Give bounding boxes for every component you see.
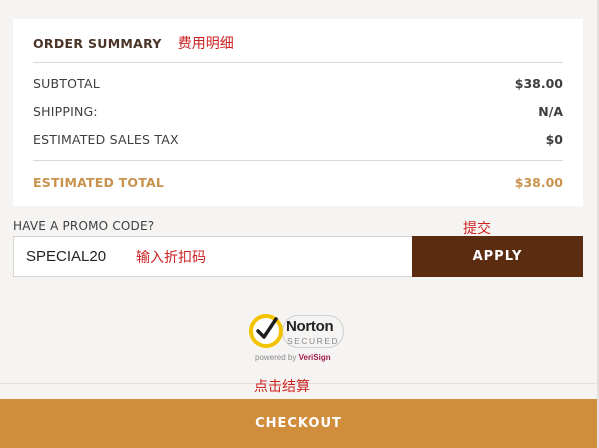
norton-secured-badge[interactable]: Norton SECURED powered by VeriSign	[249, 311, 349, 367]
order-summary-header: ORDER SUMMARY 费用明细	[33, 34, 234, 53]
checkout-button[interactable]: CHECKOUT	[0, 399, 597, 448]
powered-by-text: powered by	[255, 353, 297, 362]
norton-name: Norton	[286, 318, 334, 335]
subtotal-row: SUBTOTAL $38.00	[33, 75, 563, 91]
verisign-text: VeriSign	[298, 353, 331, 362]
norton-secured-text: SECURED	[287, 336, 340, 346]
promo-code-value[interactable]: SPECIAL20	[26, 248, 106, 265]
sales-tax-value: $0	[545, 131, 563, 147]
subtotal-label: SUBTOTAL	[33, 75, 100, 91]
sales-tax-row: ESTIMATED SALES TAX $0	[33, 131, 563, 147]
norton-powered-by: powered by VeriSign	[255, 353, 331, 362]
sales-tax-label: ESTIMATED SALES TAX	[33, 131, 179, 147]
shipping-row: SHIPPING: N/A	[33, 103, 563, 119]
order-summary-title: ORDER SUMMARY	[33, 35, 162, 51]
estimated-total-value: $38.00	[514, 174, 563, 190]
promo-code-input[interactable]: SPECIAL20 输入折扣码	[13, 236, 412, 277]
apply-button[interactable]: APPLY	[412, 236, 583, 277]
shipping-value: N/A	[538, 103, 563, 119]
subtotal-value: $38.00	[514, 75, 563, 91]
summary-divider-top	[33, 62, 563, 63]
promo-code-label: HAVE A PROMO CODE?	[13, 219, 155, 233]
estimated-total-label: ESTIMATED TOTAL	[33, 174, 165, 190]
order-summary-card: ORDER SUMMARY 费用明细 SUBTOTAL $38.00 SHIPP…	[13, 19, 583, 206]
order-summary-annotation: 费用明细	[177, 36, 234, 52]
submit-annotation: 提交	[463, 221, 491, 237]
promo-input-annotation: 输入折扣码	[136, 249, 207, 266]
checkout-annotation: 点击结算	[254, 379, 310, 395]
summary-divider-bottom	[33, 160, 563, 161]
estimated-total-row: ESTIMATED TOTAL $38.00	[33, 174, 563, 190]
shipping-label: SHIPPING:	[33, 103, 98, 119]
norton-check-icon	[249, 314, 283, 348]
